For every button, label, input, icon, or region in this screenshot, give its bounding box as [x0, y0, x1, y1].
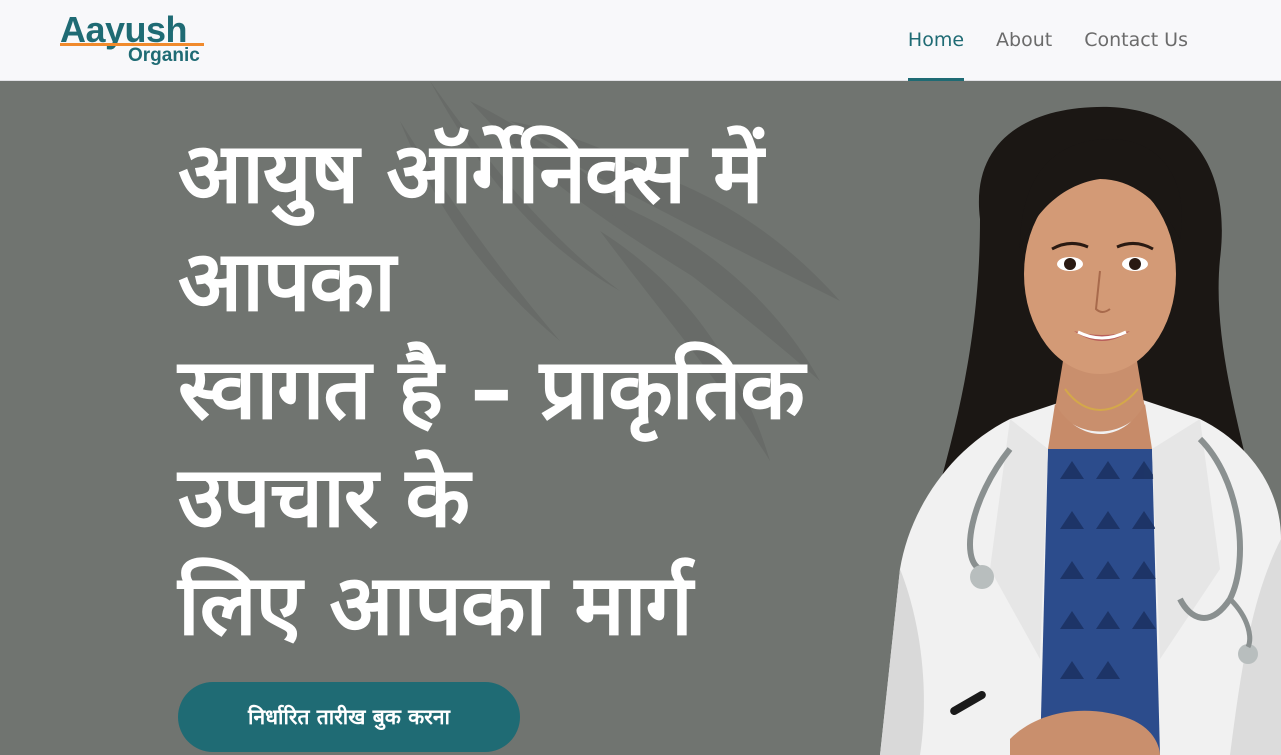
hero-title: आयुष ऑर्गेनिक्स में आपका स्वागत है – प्र…	[178, 119, 968, 659]
hero-title-line-4: उपचार के	[178, 448, 470, 546]
hero-title-line-5: लिए आपका मार्ग	[178, 556, 693, 654]
hero-title-line-2: आपका	[178, 232, 396, 330]
hero-title-line-3: स्वागत है – प्राकृतिक	[178, 340, 805, 438]
logo-subtitle: Organic	[128, 45, 200, 66]
site-header: Aayush Organic Home About Contact Us	[0, 0, 1281, 81]
main-nav: Home About Contact Us	[876, 0, 1188, 81]
nav-item-about[interactable]: About	[996, 0, 1052, 81]
hero-section: आयुष ऑर्गेनिक्स में आपका स्वागत है – प्र…	[0, 81, 1281, 755]
nav-item-home[interactable]: Home	[907, 0, 965, 81]
brand-logo[interactable]: Aayush Organic	[60, 10, 210, 70]
doctor-portrait-icon	[880, 106, 1281, 755]
nav-item-contact-us[interactable]: Contact Us	[1084, 0, 1188, 81]
hero-title-line-1: आयुष ऑर्गेनिक्स में	[178, 124, 764, 222]
book-appointment-button[interactable]: निर्धारित तारीख बुक करना	[178, 682, 520, 752]
